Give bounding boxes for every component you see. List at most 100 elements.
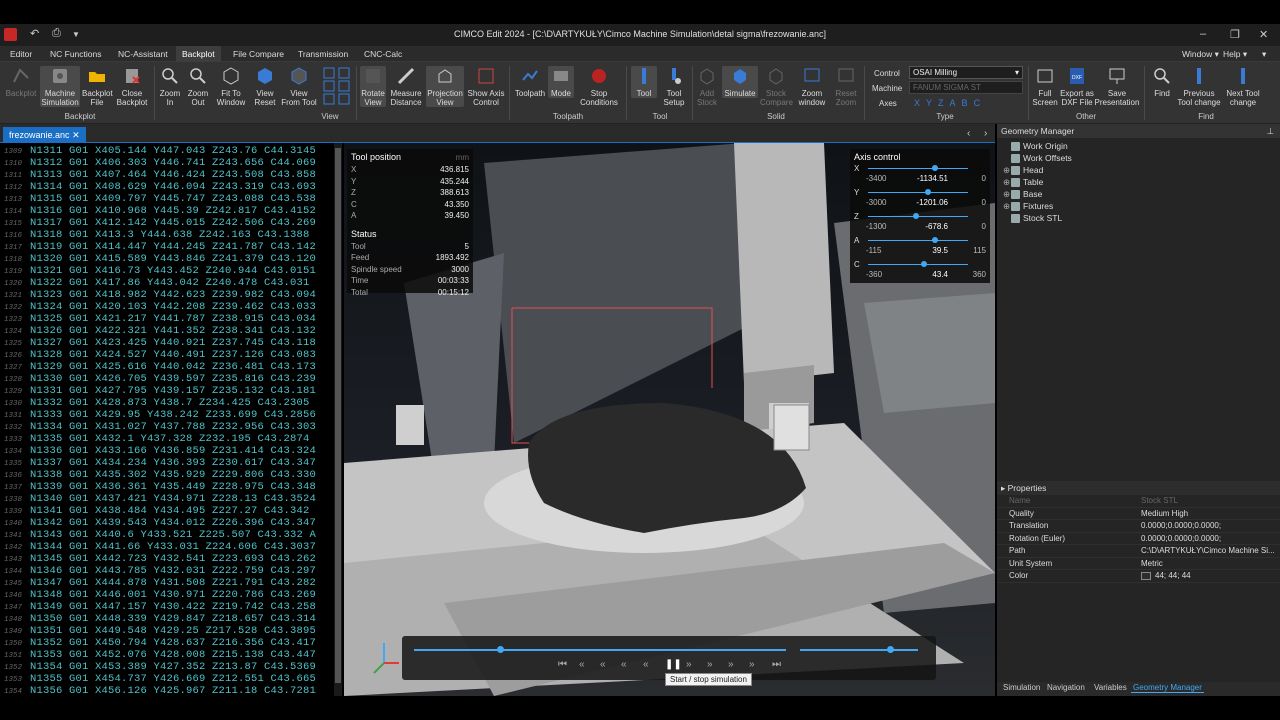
scrollbar-thumb[interactable] (335, 148, 341, 683)
close-window-icon[interactable]: ✕ (1259, 28, 1268, 41)
axis-slider-track[interactable] (868, 168, 968, 169)
export-dxf-button[interactable]: DXF Export as DXF File (1059, 66, 1095, 107)
code-line[interactable]: 1339 N1341 G01 X438.484 Y434.495 Z227.27 … (0, 505, 310, 517)
code-line[interactable]: 1343 N1345 G01 X442.723 Y432.541 Z223.693… (0, 553, 316, 565)
code-line[interactable]: 1314 N1316 G01 X410.968 Y445.39 Z242.817 … (0, 205, 316, 217)
code-line[interactable]: 1332 N1334 G01 X431.027 Y437.788 Z232.956… (0, 421, 316, 433)
back-icon[interactable]: « (643, 659, 649, 670)
view-orientation-grid[interactable] (322, 66, 352, 108)
pin-icon[interactable]: ⊥ (1267, 124, 1274, 138)
close-backplot-button[interactable]: Close Backplot (114, 66, 150, 107)
go-to-start-icon[interactable]: ⏮ (558, 659, 567, 670)
tool-button[interactable]: Tool (631, 66, 657, 98)
code-line[interactable]: 1341 N1343 G01 X440.6 Y433.521 Z225.507 C… (0, 529, 316, 541)
measure-distance-button[interactable]: Measure Distance (388, 66, 424, 107)
view-reset-button[interactable]: View Reset (252, 66, 278, 107)
expand-icon[interactable]: ⊕ (1003, 176, 1011, 188)
code-line[interactable]: 1333 N1335 G01 X432.1 Y437.328 Z232.195 C… (0, 433, 310, 445)
show-axis-control-button[interactable]: Show Axis Control (466, 66, 506, 107)
tab-navigation[interactable]: Navigation (1045, 683, 1087, 692)
expand-icon[interactable]: ⊕ (1003, 188, 1011, 200)
axis-slider-handle[interactable] (921, 261, 927, 267)
control-select[interactable]: OSAI Milling ▾ (909, 66, 1023, 79)
code-line[interactable]: 1322 N1324 G01 X420.103 Y442.208 Z239.462… (0, 301, 316, 313)
code-line[interactable]: 1350 N1352 G01 X450.794 Y428.637 Z216.356… (0, 637, 316, 649)
axis-slider-handle[interactable] (932, 165, 938, 171)
forward-icon[interactable]: » (686, 659, 692, 670)
simulation-progress-track[interactable] (414, 649, 786, 651)
start-stop-icon[interactable]: ❚❚ (665, 659, 682, 670)
code-line[interactable]: 1352 N1354 G01 X453.389 Y427.352 Z213.87 … (0, 661, 316, 673)
code-line[interactable]: 1348 N1350 G01 X448.339 Y429.847 Z218.657… (0, 613, 316, 625)
go-to-end-icon[interactable]: ⏭ (772, 659, 781, 670)
axis-slider-handle[interactable] (932, 237, 938, 243)
machine-simulation-button[interactable]: Machine Simulation (40, 66, 80, 107)
help-menu[interactable]: Help ▾ (1223, 46, 1247, 62)
code-line[interactable]: 1325 N1327 G01 X423.425 Y440.921 Z237.745… (0, 337, 316, 349)
close-tab-icon[interactable]: ✕ (72, 130, 80, 140)
tab-backplot[interactable]: Backplot (176, 46, 221, 62)
code-line[interactable]: 1336 N1338 G01 X435.302 Y435.929 Z229.806… (0, 469, 316, 481)
code-line[interactable]: 1321 N1323 G01 X418.982 Y442.623 Z239.982… (0, 289, 316, 301)
next-step-icon[interactable]: » (749, 659, 755, 670)
property-row[interactable]: Quality Medium High (997, 508, 1280, 520)
tab-file-compare[interactable]: File Compare (227, 46, 290, 62)
property-row[interactable]: Path C:\D\ARTYKUŁY\Cimco Machine Si... (997, 545, 1280, 558)
tab-editor[interactable]: Editor (4, 46, 38, 62)
code-line[interactable]: 1330 N1332 G01 X428.873 Y438.7 Z234.425 C… (0, 397, 310, 409)
tab-simulation[interactable]: Simulation (1001, 683, 1042, 692)
property-row[interactable]: Unit System Metric (997, 558, 1280, 570)
stock-compare-button[interactable]: Stock Compare (760, 66, 793, 107)
axis-slider-handle[interactable] (913, 213, 919, 219)
code-line[interactable]: 1327 N1329 G01 X425.616 Y440.042 Z236.481… (0, 361, 316, 373)
expand-icon[interactable]: ⊕ (1003, 164, 1011, 176)
code-line[interactable]: 1320 N1322 G01 X417.86 Y443.042 Z240.478 … (0, 277, 310, 289)
code-line[interactable]: 1331 N1333 G01 X429.95 Y438.242 Z233.699 … (0, 409, 316, 421)
axis-slider-handle[interactable] (925, 189, 931, 195)
view-from-tool-button[interactable]: View From Tool (280, 66, 318, 107)
code-line[interactable]: 1316 N1318 G01 X413.3 Y444.638 Z242.163 C… (0, 229, 310, 241)
previous-tool-change-button[interactable]: Previous Tool change (1176, 66, 1222, 107)
tab-nc-functions[interactable]: NC Functions (44, 46, 108, 62)
simulation-viewport[interactable]: Tool position mm X 436.815 Y 435.244 Z 388.61… (344, 143, 995, 696)
simulate-button[interactable]: Simulate (722, 66, 758, 98)
scroll-right-icon[interactable]: › (984, 128, 987, 139)
tab-geometry-manager[interactable]: Geometry Manager (1131, 683, 1204, 693)
zoom-out-button[interactable]: Zoom Out (185, 66, 211, 107)
axes-toggles[interactable]: XYZABC (914, 98, 986, 108)
save-presentation-button[interactable]: Save Presentation (1094, 66, 1140, 107)
property-row[interactable]: Translation 0.0000;0.0000;0.0000; (997, 520, 1280, 533)
code-line[interactable]: 1318 N1320 G01 X415.589 Y443.846 Z241.379… (0, 253, 316, 265)
find-button[interactable]: Find (1150, 66, 1174, 98)
code-line[interactable]: 1317 N1319 G01 X414.447 Y444.245 Z241.787… (0, 241, 316, 253)
editor-scrollbar[interactable] (334, 143, 342, 696)
tab-nc-assistant[interactable]: NC-Assistant (112, 46, 174, 62)
simulation-progress-handle[interactable] (496, 646, 504, 653)
code-line[interactable]: 1326 N1328 G01 X424.527 Y440.491 Z237.126… (0, 349, 316, 361)
simulation-speed-handle[interactable] (886, 646, 894, 653)
code-line[interactable]: 1346 N1348 G01 X446.001 Y430.971 Z220.786… (0, 589, 316, 601)
code-line[interactable]: 1309 N1311 G01 X405.144 Y447.043 Z243.76 … (0, 145, 316, 157)
axis-slider-row[interactable]: Z -1300 -678.6 0 (850, 212, 990, 236)
tool-setup-button[interactable]: Tool Setup (659, 66, 689, 107)
code-line[interactable]: 1315 N1317 G01 X412.142 Y445.015 Z242.506… (0, 217, 316, 229)
code-line[interactable]: 1310 N1312 G01 X406.303 Y446.741 Z243.656… (0, 157, 316, 169)
projection-view-button[interactable]: Projection View (426, 66, 464, 107)
code-line[interactable]: 1337 N1339 G01 X436.361 Y435.449 Z228.975… (0, 481, 316, 493)
scroll-left-icon[interactable]: ‹ (967, 128, 970, 139)
zoom-in-button[interactable]: Zoom In (158, 66, 182, 107)
ribbon-options-icon[interactable]: ▾ (1262, 46, 1266, 62)
backplot-button[interactable]: Backplot (4, 66, 38, 98)
property-row[interactable]: Color 44; 44; 44 (997, 570, 1280, 583)
code-line[interactable]: 1335 N1337 G01 X434.234 Y436.393 Z230.617… (0, 457, 316, 469)
reset-zoom-button[interactable]: Reset Zoom (832, 66, 860, 107)
code-line[interactable]: 1353 N1355 G01 X454.737 Y426.669 Z212.551… (0, 673, 316, 685)
code-line[interactable]: 1328 N1330 G01 X426.705 Y439.597 Z235.816… (0, 373, 316, 385)
code-line[interactable]: 1338 N1340 G01 X437.421 Y434.971 Z228.13 … (0, 493, 316, 505)
fit-to-window-button[interactable]: Fit To Window (212, 66, 250, 107)
tab-cnc-calc[interactable]: CNC-Calc (358, 46, 408, 62)
zoom-window-button[interactable]: Zoom window (794, 66, 830, 107)
code-line[interactable]: 1319 N1321 G01 X416.73 Y443.452 Z240.944 … (0, 265, 316, 277)
axis-slider-row[interactable]: A -115 39.5 115 (850, 236, 990, 260)
tree-item[interactable]: ⊕ Fixtures (1003, 200, 1053, 212)
